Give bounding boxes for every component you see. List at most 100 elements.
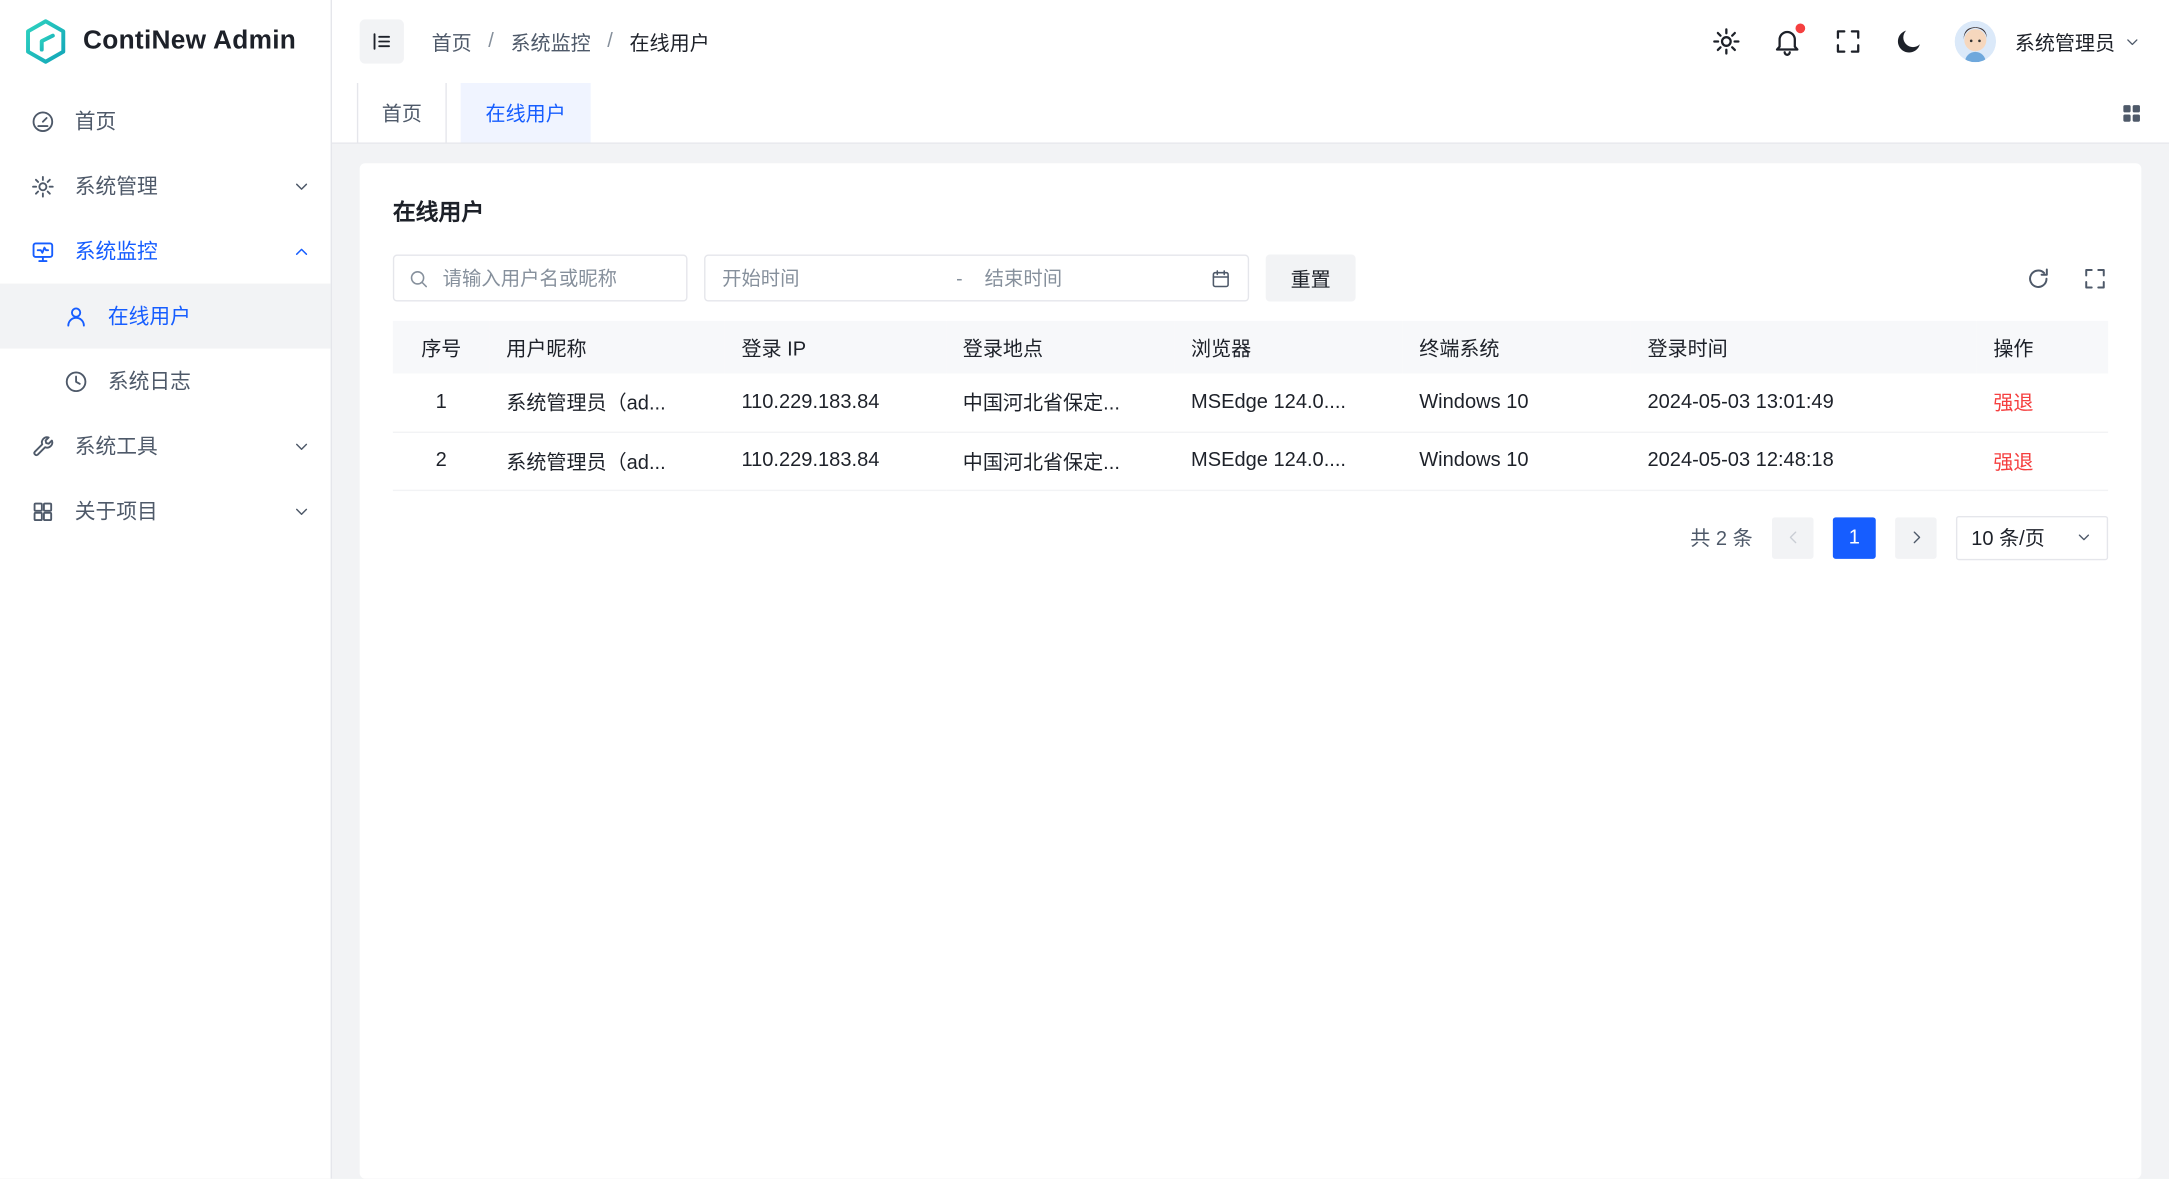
sidebar-item-system-logs[interactable]: 系统日志: [0, 349, 331, 414]
sidebar-item-system-tools[interactable]: 系统工具: [0, 414, 331, 479]
tab-home[interactable]: 首页: [357, 83, 447, 142]
notifications-button[interactable]: [1771, 26, 1801, 56]
chevron-down-icon: [292, 176, 311, 195]
page-title: 在线用户: [393, 194, 2108, 227]
reset-button[interactable]: 重置: [1266, 255, 1356, 302]
sidebar-item-about-project[interactable]: 关于项目: [0, 479, 331, 544]
grid-icon: [2119, 100, 2144, 125]
column-header-index: 序号: [393, 321, 490, 374]
chevron-down-icon: [292, 501, 311, 520]
wrench-icon: [30, 434, 55, 459]
app-root: ContiNew Admin 首页 系统管理: [0, 0, 2169, 1179]
column-header-nickname: 用户昵称: [490, 321, 725, 374]
cell-ip: 110.229.183.84: [725, 373, 946, 431]
cell-login-time: 2024-05-03 12:48:18: [1631, 432, 1977, 490]
column-header-action: 操作: [1977, 321, 2108, 374]
monitor-icon: [30, 239, 55, 264]
sidebar-item-system-management[interactable]: 系统管理: [0, 154, 331, 219]
search-icon: [408, 268, 429, 289]
gear-icon: [30, 174, 55, 199]
online-users-card: 在线用户 开始时间 - 结束时间: [360, 163, 2142, 1178]
tab-label: 首页: [382, 98, 422, 127]
gear-icon: [1710, 26, 1740, 56]
refresh-button[interactable]: [2025, 265, 2051, 291]
table-header-row: 序号 用户昵称 登录 IP 登录地点 浏览器 终端系统 登录时间 操作: [393, 321, 2108, 374]
sidebar-item-label: 关于项目: [75, 497, 158, 526]
breadcrumb-separator: /: [488, 30, 494, 52]
chevron-left-icon: [1784, 528, 1802, 546]
sidebar-item-system-monitor[interactable]: 系统监控: [0, 219, 331, 284]
notification-badge: [1795, 24, 1805, 34]
user-name: 系统管理员: [2015, 27, 2115, 56]
cell-login-time: 2024-05-03 13:01:49: [1631, 373, 1977, 431]
filter-bar: 开始时间 - 结束时间 重置: [393, 255, 2108, 302]
tabbar-actions: [2119, 83, 2169, 142]
sidebar-item-online-users[interactable]: 在线用户: [0, 284, 331, 349]
column-header-location: 登录地点: [946, 321, 1174, 374]
sidebar-item-label: 系统管理: [75, 172, 158, 201]
dashboard-icon: [30, 109, 55, 134]
cell-browser: MSEdge 124.0....: [1174, 432, 1402, 490]
sidebar-collapse-button[interactable]: [360, 19, 404, 63]
calendar-icon: [1210, 268, 1231, 289]
sidebar-item-home[interactable]: 首页: [0, 89, 331, 154]
pagination: 共 2 条 1 10 条/页: [393, 515, 2108, 559]
content-column: 首页 / 系统监控 / 在线用户: [332, 0, 2169, 1179]
search-input[interactable]: [440, 266, 672, 291]
column-header-os: 终端系统: [1403, 321, 1631, 374]
app-logo-icon: [22, 18, 69, 65]
theme-toggle-button[interactable]: [1893, 26, 1923, 56]
sidebar-item-label: 系统工具: [75, 432, 158, 461]
search-box: [393, 255, 688, 302]
date-start-placeholder: 开始时间: [722, 264, 948, 292]
tab-online-users[interactable]: 在线用户: [461, 83, 591, 142]
column-header-ip: 登录 IP: [725, 321, 946, 374]
sidebar: ContiNew Admin 首页 系统管理: [0, 0, 332, 1179]
cell-index: 1: [393, 373, 490, 431]
sidebar-item-label: 首页: [75, 107, 117, 136]
app-logo[interactable]: ContiNew Admin: [0, 0, 331, 83]
refresh-icon: [2025, 265, 2051, 291]
avatar[interactable]: [1954, 21, 1995, 62]
pagination-page-1[interactable]: 1: [1833, 517, 1876, 558]
date-end-placeholder: 结束时间: [971, 264, 1211, 292]
breadcrumb-item-system-monitor[interactable]: 系统监控: [510, 27, 590, 56]
user-menu[interactable]: 系统管理员: [2015, 27, 2142, 56]
app-title: ContiNew Admin: [83, 26, 296, 56]
online-users-table: 序号 用户昵称 登录 IP 登录地点 浏览器 终端系统 登录时间 操作: [393, 321, 2108, 490]
pagination-prev-button[interactable]: [1772, 517, 1813, 558]
menu-fold-icon: [369, 29, 394, 54]
table-row: 2 系统管理员（ad... 110.229.183.84 中国河北省保定... …: [393, 432, 2108, 490]
topbar: 首页 / 系统监控 / 在线用户: [332, 0, 2169, 83]
page-size-select[interactable]: 10 条/页: [1956, 515, 2108, 559]
sidebar-item-label: 在线用户: [108, 302, 191, 331]
breadcrumb-item-home[interactable]: 首页: [432, 27, 472, 56]
chevron-down-icon: [2075, 528, 2093, 546]
user-icon: [64, 304, 89, 329]
column-header-browser: 浏览器: [1174, 321, 1402, 374]
cell-location: 中国河北省保定...: [946, 432, 1174, 490]
date-range-picker[interactable]: 开始时间 - 结束时间: [704, 255, 1249, 302]
cell-os: Windows 10: [1403, 432, 1631, 490]
expand-icon: [2082, 265, 2108, 291]
clock-icon: [64, 369, 89, 394]
table-fullscreen-button[interactable]: [2082, 265, 2108, 291]
table-row: 1 系统管理员（ad... 110.229.183.84 中国河北省保定... …: [393, 373, 2108, 431]
pagination-next-button[interactable]: [1895, 517, 1936, 558]
cell-ip: 110.229.183.84: [725, 432, 946, 490]
tabbar: 首页 在线用户: [332, 83, 2169, 144]
tab-list-button[interactable]: [2119, 100, 2144, 125]
cell-browser: MSEdge 124.0....: [1174, 373, 1402, 431]
main-area: 在线用户 开始时间 - 结束时间: [332, 144, 2169, 1179]
cell-nickname: 系统管理员（ad...: [490, 373, 725, 431]
force-logout-link[interactable]: 强退: [1993, 393, 2033, 415]
chevron-right-icon: [1907, 528, 1925, 546]
sidebar-menu: 首页 系统管理 系统监控: [0, 83, 331, 544]
force-logout-link[interactable]: 强退: [1993, 452, 2033, 474]
moon-icon: [1893, 26, 1923, 56]
settings-button[interactable]: [1710, 26, 1740, 56]
fullscreen-button[interactable]: [1832, 26, 1862, 56]
column-header-login-time: 登录时间: [1631, 321, 1977, 374]
cell-os: Windows 10: [1403, 373, 1631, 431]
breadcrumb-item-online-users[interactable]: 在线用户: [629, 27, 709, 56]
